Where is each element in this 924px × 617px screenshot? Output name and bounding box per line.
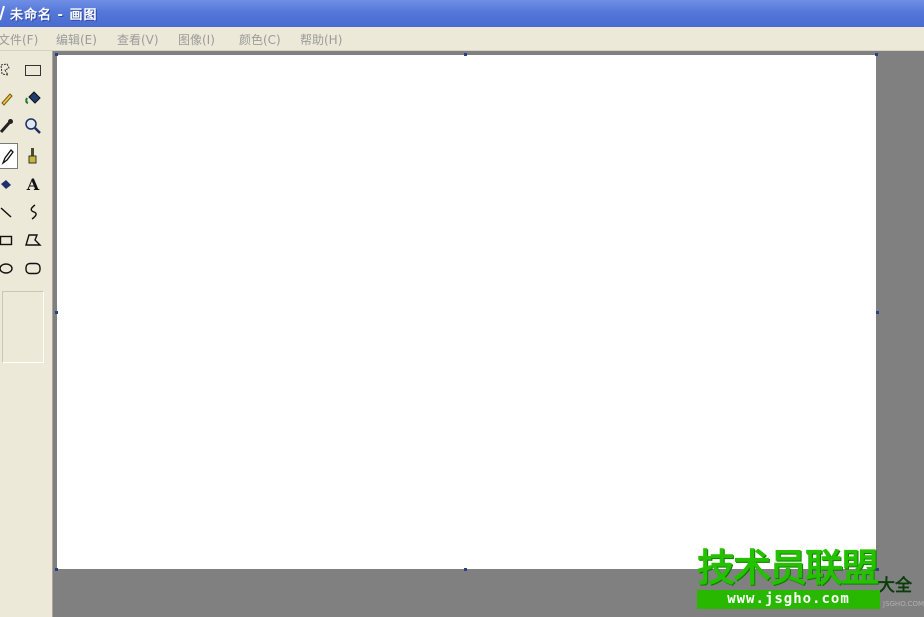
- color-picker-icon: [0, 119, 13, 133]
- free-form-select-icon: [0, 63, 10, 76]
- menu-image[interactable]: 图像(I): [178, 31, 215, 48]
- resize-handle-middle-left: [55, 311, 58, 314]
- text-icon: A: [26, 174, 40, 194]
- ellipse-icon: [0, 263, 13, 274]
- menu-file[interactable]: 文件(F): [0, 31, 38, 48]
- rectangle-select-icon: [25, 65, 41, 76]
- fill-bucket-icon: [25, 91, 41, 104]
- tool-line[interactable]: [0, 201, 16, 223]
- watermark-small-text: JSGHO.COM: [883, 600, 924, 608]
- tool-rectangle[interactable]: [0, 229, 16, 251]
- resize-handle-bottom-left: [55, 568, 58, 571]
- menu-view[interactable]: 查看(V): [117, 31, 159, 48]
- tool-polygon[interactable]: [23, 229, 43, 251]
- tool-box: A: [0, 51, 53, 617]
- tool-rounded-rectangle[interactable]: [23, 257, 43, 279]
- tool-fill[interactable]: [23, 87, 43, 109]
- resize-handle-top-middle: [464, 53, 467, 56]
- title-bar[interactable]: 未命名 - 画图: [0, 0, 924, 27]
- tool-airbrush[interactable]: [0, 173, 16, 195]
- rectangle-icon: [0, 235, 13, 246]
- tool-ellipse[interactable]: [0, 257, 16, 279]
- pencil-icon: [1, 149, 14, 165]
- tool-pick-color[interactable]: [0, 115, 16, 137]
- curve-icon: [30, 204, 37, 220]
- window-title: 未命名 - 画图: [10, 8, 98, 23]
- resize-handle-top-left: [55, 53, 58, 56]
- menu-colors[interactable]: 颜色(C): [239, 31, 281, 48]
- tool-magnifier[interactable]: [23, 115, 43, 137]
- drawing-canvas[interactable]: [57, 55, 876, 569]
- watermark-url: www.jsgho.com: [697, 590, 880, 609]
- workspace: [53, 51, 924, 617]
- rounded-rectangle-icon: [25, 262, 41, 275]
- watermark-side-text: 大全: [878, 576, 912, 596]
- resize-handle-bottom-middle[interactable]: [464, 568, 467, 571]
- menu-edit[interactable]: 编辑(E): [56, 31, 97, 48]
- line-icon: [0, 207, 12, 218]
- resize-handle-top-right: [875, 53, 878, 56]
- tool-text[interactable]: A: [23, 173, 43, 195]
- tool-curve[interactable]: [23, 201, 43, 223]
- tool-brush[interactable]: [23, 145, 43, 167]
- paint-app-icon: [0, 5, 5, 21]
- menu-help[interactable]: 帮助(H): [300, 31, 342, 48]
- watermark-logo-text: 技术员联盟: [697, 546, 879, 590]
- tool-pencil[interactable]: [0, 143, 18, 169]
- airbrush-icon: [1, 180, 11, 189]
- polygon-icon: [25, 234, 42, 246]
- watermark: 技术员联盟 大全 www.jsgho.com JSGHO.COM: [697, 547, 924, 617]
- tool-eraser[interactable]: [0, 87, 16, 109]
- tool-options-box[interactable]: [2, 291, 44, 363]
- resize-handle-middle-right[interactable]: [876, 311, 879, 314]
- tool-rectangle-select[interactable]: [23, 59, 43, 81]
- eraser-icon: [1, 93, 13, 106]
- tool-free-form-select[interactable]: [0, 59, 16, 81]
- magnifier-icon: [25, 118, 41, 134]
- menu-bar: 文件(F) 编辑(E) 查看(V) 图像(I) 颜色(C) 帮助(H): [0, 27, 924, 51]
- brush-icon: [28, 148, 37, 164]
